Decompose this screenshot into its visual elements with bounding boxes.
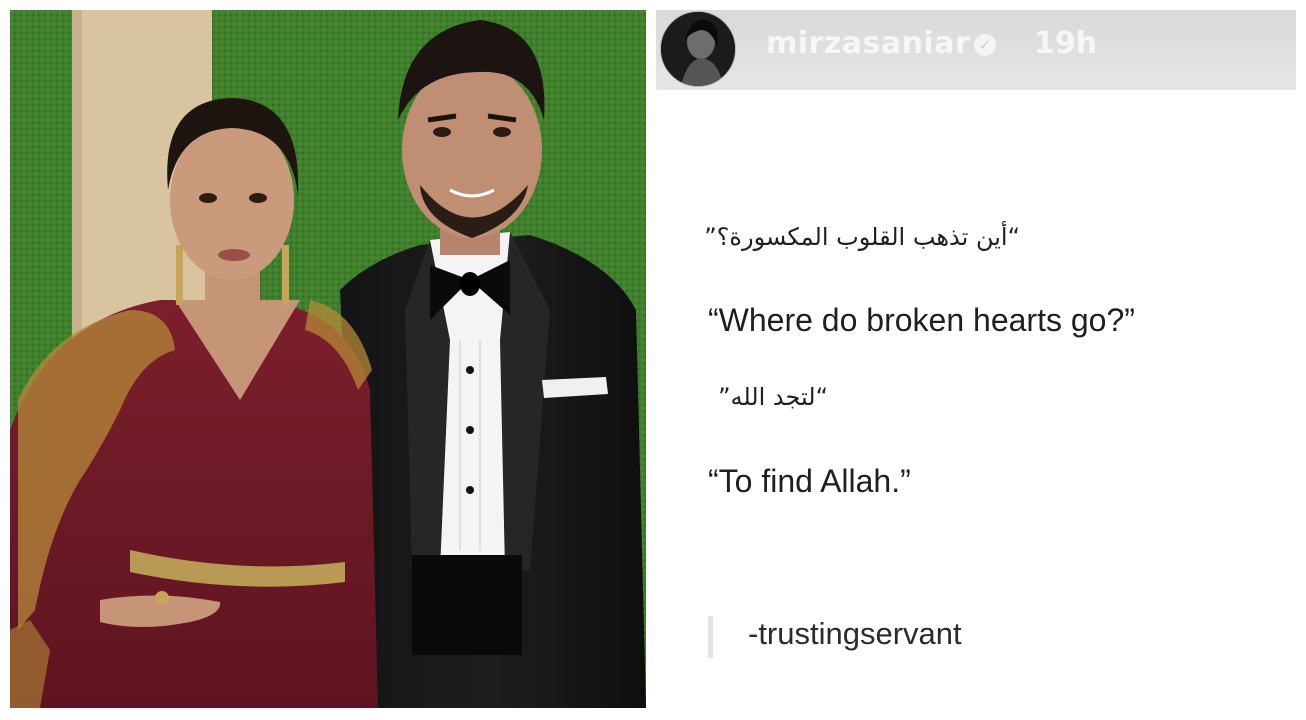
quote-arabic-answer: “لتجد الله”: [718, 383, 828, 411]
couple-photo-illustration: [10, 10, 646, 708]
username[interactable]: mirzasaniar: [766, 26, 970, 61]
post-time: 19h: [1034, 26, 1098, 61]
avatar[interactable]: [660, 11, 736, 87]
screenshot-collage: mirzasaniar ✓ 19h “أين تذهب القلوب المكس…: [0, 0, 1306, 720]
quote-arabic-question: “أين تذهب القلوب المكسورة؟”: [704, 223, 1020, 251]
couple-photo: [10, 10, 646, 708]
quote-english-question: “Where do broken hearts go?”: [708, 302, 1135, 338]
quote-english-answer: “To find Allah.”: [708, 463, 911, 499]
story-header: mirzasaniar ✓ 19h: [656, 10, 1296, 90]
verified-badge-icon: ✓: [974, 34, 996, 56]
avatar-image: [661, 12, 735, 86]
blockquote-bar: [708, 616, 713, 658]
signature: -trustingservant: [748, 616, 962, 651]
instagram-story: mirzasaniar ✓ 19h “أين تذهب القلوب المكس…: [656, 10, 1296, 708]
